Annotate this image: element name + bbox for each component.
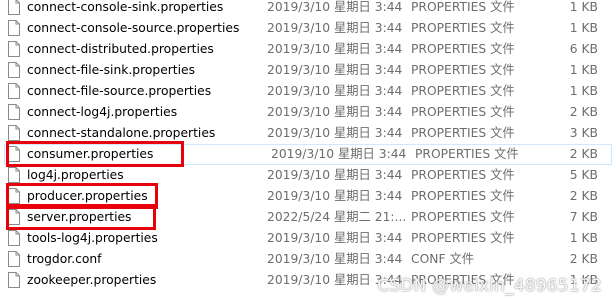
file-type: PROPERTIES 文件 <box>411 0 515 14</box>
file-type: PROPERTIES 文件 <box>411 84 515 98</box>
file-row[interactable]: server.properties 2022/5/24 星期二 21:... PRO… <box>0 207 616 228</box>
file-name: server.properties <box>27 210 132 224</box>
file-date: 2019/3/10 星期日 3:44 <box>267 63 403 77</box>
file-type: PROPERTIES 文件 <box>411 21 515 35</box>
file-row[interactable]: connect-console-sink.properties 2019/3/10… <box>0 0 616 18</box>
file-date: 2019/3/10 星期日 3:44 <box>271 147 407 161</box>
file-size: 7 KB <box>569 210 598 224</box>
file-name: connect-distributed.properties <box>27 42 214 56</box>
file-name: connect-file-source.properties <box>27 84 212 98</box>
file-name: consumer.properties <box>27 147 154 161</box>
file-icon <box>8 83 20 99</box>
file-row[interactable]: connect-console-source.properties 2019/3/… <box>0 18 616 39</box>
file-icon <box>8 188 20 204</box>
file-date: 2019/3/10 星期日 3:44 <box>267 0 403 14</box>
file-icon <box>8 146 20 162</box>
file-icon <box>8 167 20 183</box>
file-size: 1 KB <box>569 0 598 14</box>
file-name: tools-log4j.properties <box>27 231 158 245</box>
file-row[interactable]: tools-log4j.properties 2019/3/10 星期日 3:44… <box>0 228 616 249</box>
file-type: PROPERTIES 文件 <box>411 105 515 119</box>
file-type: PROPERTIES 文件 <box>411 210 515 224</box>
file-row[interactable]: producer.properties 2019/3/10 星期日 3:44 PRO… <box>0 186 616 207</box>
file-list: connect-console-sink.properties 2019/3/10… <box>0 0 616 301</box>
file-row[interactable]: trogdor.conf 2019/3/10 星期日 3:44 CONF 文件 2 K… <box>0 249 616 270</box>
file-name: connect-console-source.properties <box>27 21 240 35</box>
file-date: 2019/3/10 星期日 3:44 <box>267 105 403 119</box>
file-size: 2 KB <box>569 147 598 161</box>
file-icon <box>8 230 20 246</box>
file-name: connect-console-sink.properties <box>27 0 224 14</box>
file-name: trogdor.conf <box>27 252 102 266</box>
file-icon <box>8 62 20 78</box>
file-size: 1 KB <box>569 84 598 98</box>
file-date: 2019/3/10 星期日 3:44 <box>267 189 403 203</box>
file-icon <box>8 104 20 120</box>
file-size: 2 KB <box>569 252 598 266</box>
file-name: log4j.properties <box>27 168 124 182</box>
file-date: 2019/3/10 星期日 3:44 <box>267 21 403 35</box>
file-size: 5 KB <box>569 168 598 182</box>
file-date: 2019/3/10 星期日 3:44 <box>267 126 403 140</box>
file-icon <box>8 0 20 15</box>
file-type: PROPERTIES 文件 <box>411 168 515 182</box>
file-icon <box>8 209 20 225</box>
file-row[interactable]: connect-file-sink.properties 2019/3/10 星期… <box>0 60 616 81</box>
file-name: connect-standalone.properties <box>27 126 216 140</box>
file-row[interactable]: connect-standalone.properties 2019/3/10 星… <box>0 123 616 144</box>
file-size: 6 KB <box>569 42 598 56</box>
watermark: CSDN @weixin_48965172 <box>377 276 602 296</box>
file-size: 3 KB <box>569 126 598 140</box>
file-size: 2 KB <box>569 105 598 119</box>
file-type: PROPERTIES 文件 <box>411 231 515 245</box>
file-type: PROPERTIES 文件 <box>411 42 515 56</box>
file-date: 2022/5/24 星期二 21:... <box>267 210 407 224</box>
file-date: 2019/3/10 星期日 3:44 <box>267 252 403 266</box>
file-date: 2019/3/10 星期日 3:44 <box>267 231 403 245</box>
file-type: CONF 文件 <box>411 252 475 266</box>
file-date: 2019/3/10 星期日 3:44 <box>267 84 403 98</box>
file-size: 1 KB <box>569 21 598 35</box>
file-icon <box>8 125 20 141</box>
file-row[interactable]: log4j.properties 2019/3/10 星期日 3:44 PROPER… <box>0 165 616 186</box>
file-type: PROPERTIES 文件 <box>415 147 519 161</box>
file-row[interactable]: connect-file-source.properties 2019/3/10 … <box>0 81 616 102</box>
file-name: zookeeper.properties <box>27 273 157 287</box>
file-name: connect-log4j.properties <box>27 105 178 119</box>
file-row[interactable]: connect-distributed.properties 2019/3/10 … <box>0 39 616 60</box>
file-name: connect-file-sink.properties <box>27 63 196 77</box>
file-row[interactable]: connect-log4j.properties 2019/3/10 星期日 3:… <box>0 102 616 123</box>
file-size: 2 KB <box>569 189 598 203</box>
file-type: PROPERTIES 文件 <box>411 126 515 140</box>
file-name: producer.properties <box>27 189 148 203</box>
file-row[interactable]: consumer.properties 2019/3/10 星期日 3:44 PRO… <box>4 144 612 165</box>
file-size: 1 KB <box>569 63 598 77</box>
file-icon <box>8 251 20 267</box>
file-date: 2019/3/10 星期日 3:44 <box>267 42 403 56</box>
file-type: PROPERTIES 文件 <box>411 189 515 203</box>
file-date: 2019/3/10 星期日 3:44 <box>267 168 403 182</box>
file-icon <box>8 272 20 288</box>
file-icon <box>8 41 20 57</box>
file-size: 1 KB <box>569 231 598 245</box>
file-icon <box>8 20 20 36</box>
file-type: PROPERTIES 文件 <box>411 63 515 77</box>
